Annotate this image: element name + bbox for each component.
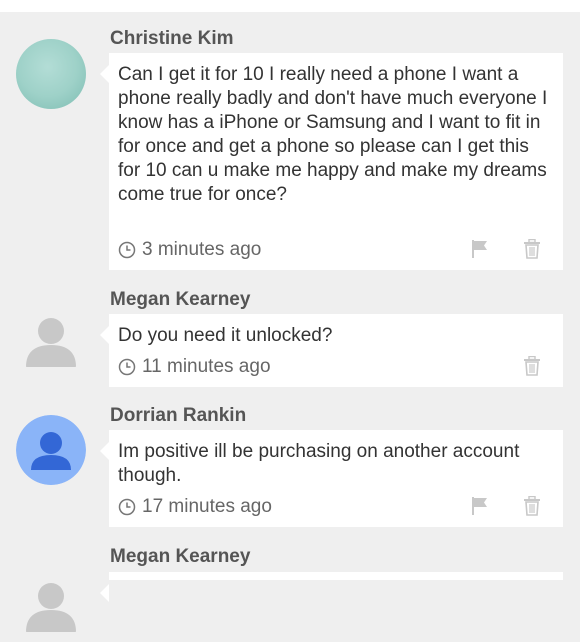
trash-icon[interactable] xyxy=(523,356,541,376)
comment-author[interactable]: Megan Kearney xyxy=(110,289,250,311)
clock-icon xyxy=(118,498,136,516)
top-bar xyxy=(0,0,580,12)
comment-bubble: Can I get it for 10 I really need a phon… xyxy=(100,53,563,270)
person-icon xyxy=(26,583,76,632)
comment-time: 11 minutes ago xyxy=(142,356,271,377)
comment-text: Im positive ill be purchasing on another… xyxy=(118,441,520,486)
comment-text: Do you need it unlocked? xyxy=(118,325,333,346)
avatar-photo xyxy=(16,39,86,109)
flag-icon[interactable] xyxy=(471,239,489,259)
comment-time: 17 minutes ago xyxy=(142,496,272,517)
comment-bubble xyxy=(100,572,563,602)
person-icon xyxy=(26,318,76,367)
comment-meta: 11 minutes ago xyxy=(118,356,271,378)
person-icon xyxy=(16,415,86,485)
comment-author[interactable]: Megan Kearney xyxy=(110,546,250,568)
trash-icon[interactable] xyxy=(523,496,541,516)
comment-bubble: Im positive ill be purchasing on another… xyxy=(100,430,563,527)
comment-author[interactable]: Christine Kim xyxy=(110,28,234,50)
comment-author[interactable]: Dorrian Rankin xyxy=(110,405,246,427)
avatar[interactable] xyxy=(16,572,86,642)
clock-icon xyxy=(118,358,136,376)
trash-icon[interactable] xyxy=(523,239,541,259)
flag-icon[interactable] xyxy=(471,496,489,516)
avatar[interactable] xyxy=(16,307,86,377)
comment-time: 3 minutes ago xyxy=(142,239,262,260)
comment-bubble: Do you need it unlocked? 11 minutes ago xyxy=(100,314,563,387)
comment-meta: 17 minutes ago xyxy=(118,496,272,518)
comment-text: Can I get it for 10 I really need a phon… xyxy=(118,64,548,205)
comment-meta: 3 minutes ago xyxy=(118,239,261,261)
clock-icon xyxy=(118,241,136,259)
avatar[interactable] xyxy=(16,39,86,109)
avatar[interactable] xyxy=(16,415,86,485)
